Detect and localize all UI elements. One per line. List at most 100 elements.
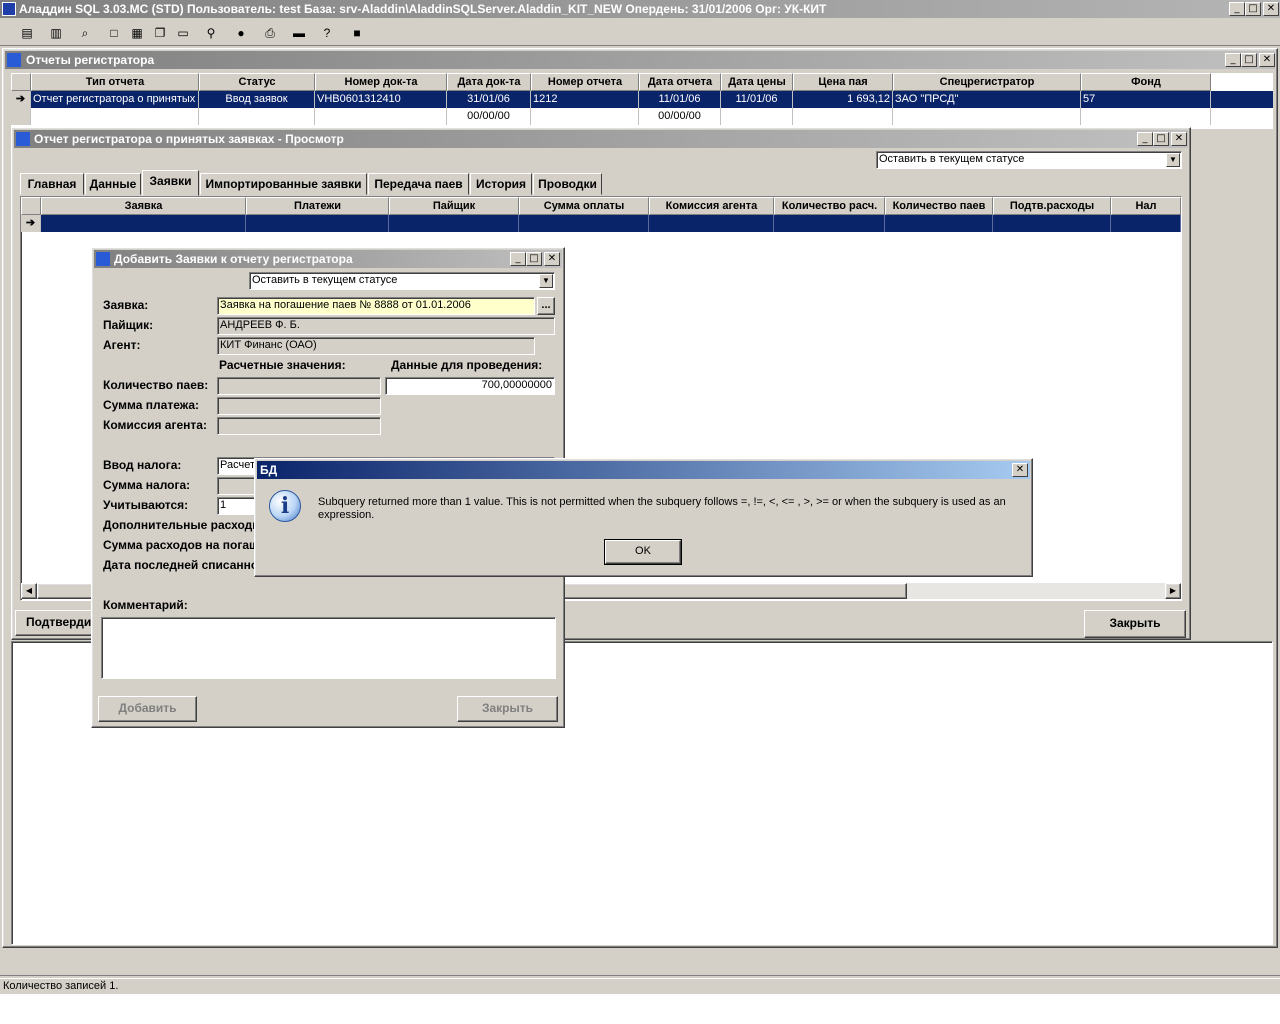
ok-button[interactable]: OK <box>604 539 682 565</box>
error-dialog: БД ✕ i Subquery returned more than 1 val… <box>254 458 1033 577</box>
minimize-button[interactable]: _ <box>1225 53 1241 67</box>
col-header[interactable]: Дата док-та <box>447 73 531 91</box>
close-button[interactable]: ✕ <box>1171 132 1187 146</box>
tab-1[interactable]: Данные <box>85 173 141 195</box>
holder-label: Пайщик: <box>103 318 154 332</box>
col-header[interactable]: Заявка <box>41 197 246 215</box>
comment-textarea[interactable] <box>101 617 556 679</box>
stop-icon[interactable]: ● <box>230 22 252 44</box>
table-cell: Отчет регистратора о принятых з <box>31 91 199 108</box>
col-header[interactable]: Дата отчета <box>639 73 721 91</box>
request-field[interactable]: Заявка на погашение паев № 8888 от 01.01… <box>217 297 535 315</box>
table-row[interactable]: ➔ Отчет регистратора о принятых з Ввод зая… <box>11 91 1273 108</box>
app-minimize-button[interactable]: _ <box>1229 2 1245 16</box>
maximize-button[interactable]: □ <box>526 252 542 266</box>
col-header[interactable]: Количество расч. <box>774 197 885 215</box>
col-header[interactable]: Комиссия агента <box>649 197 774 215</box>
help-icon[interactable]: ? <box>316 22 338 44</box>
status-select[interactable]: Оставить в текущем статусе ▼ <box>876 151 1182 169</box>
col-header[interactable]: Статус <box>199 73 315 91</box>
window-icon <box>16 132 30 146</box>
table-cell: 00/00/00 <box>447 108 531 125</box>
col-header[interactable]: Пайщик <box>389 197 519 215</box>
add-button[interactable]: Добавить <box>98 696 197 722</box>
error-dialog-title: БД <box>260 463 278 477</box>
counted-label: Учитываются: <box>103 498 189 512</box>
dialog-close-button[interactable]: Закрыть <box>457 696 558 722</box>
maximize-button[interactable]: □ <box>1241 53 1257 67</box>
close-button[interactable]: ✕ <box>544 252 560 266</box>
table-cell <box>389 215 519 232</box>
app-icon <box>2 2 16 16</box>
col-header[interactable]: Платежи <box>246 197 389 215</box>
table-cell: 11/01/06 <box>721 91 793 108</box>
holder-field: АНДРЕЕВ Ф. Б. <box>217 317 555 335</box>
table-row[interactable]: ➔ <box>21 215 1181 232</box>
table-cell <box>315 108 447 125</box>
window-icon[interactable]: □ <box>103 22 125 44</box>
chevron-down-icon[interactable]: ▼ <box>539 274 553 288</box>
preview-icon[interactable]: ▭ <box>172 22 194 44</box>
scroll-left-button[interactable]: ◀ <box>21 583 37 599</box>
close-report-button[interactable]: Закрыть <box>1084 610 1186 638</box>
exit-icon[interactable]: ■ <box>346 22 368 44</box>
table-cell: 57 <box>1081 91 1211 108</box>
table-cell <box>793 108 893 125</box>
browse-button[interactable]: ... <box>537 297 555 315</box>
table-row[interactable]: 00/00/00 00/00/00 <box>11 108 1273 125</box>
minimize-button[interactable]: _ <box>1137 132 1153 146</box>
extra-expenses-label: Дополнительные расходы <box>103 518 263 532</box>
database-icon[interactable]: ▥ <box>45 22 67 44</box>
col-header[interactable]: Цена пая <box>793 73 893 91</box>
agent-field: КИТ Финанс (ОАО) <box>217 337 535 355</box>
tab-5[interactable]: История <box>470 173 532 195</box>
row-indicator-icon: ➔ <box>11 91 31 108</box>
col-header[interactable]: Фонд <box>1081 73 1211 91</box>
close-button[interactable]: ✕ <box>1012 463 1028 477</box>
col-header[interactable]: Номер отчета <box>531 73 639 91</box>
records-count: Количество записей 1. <box>3 980 119 992</box>
qty-posting-field[interactable]: 700,00000000 <box>385 377 555 395</box>
export-icon[interactable]: ▬ <box>288 22 310 44</box>
tab-0[interactable]: Главная <box>20 173 84 195</box>
tax-input-label: Ввод налога: <box>103 458 182 472</box>
grid-corner <box>21 197 41 215</box>
table-cell: ЗАО "ПРСД" <box>893 91 1081 108</box>
grid-corner <box>11 73 31 91</box>
tab-6[interactable]: Проводки <box>533 173 602 195</box>
maximize-button[interactable]: □ <box>1153 132 1169 146</box>
col-header[interactable]: Спецрегистратор <box>893 73 1081 91</box>
tile-icon[interactable]: ▦ <box>126 22 148 44</box>
col-header[interactable]: Тип отчета <box>31 73 199 91</box>
print-icon[interactable]: ⎙ <box>259 22 281 44</box>
app-close-button[interactable]: ✕ <box>1263 2 1279 16</box>
col-header[interactable]: Нал <box>1111 197 1181 215</box>
row-indicator-icon <box>11 108 31 125</box>
col-header[interactable]: Номер док-та <box>315 73 447 91</box>
commission-label: Комиссия агента: <box>103 418 207 432</box>
chevron-down-icon[interactable]: ▼ <box>1166 153 1180 167</box>
app-title: Аладдин SQL 3.03.МС (STD) Пользователь: … <box>19 2 827 16</box>
cascade-icon[interactable]: ❐ <box>149 22 171 44</box>
col-header[interactable]: Подтв.расходы <box>993 197 1111 215</box>
table-cell <box>31 108 199 125</box>
find-icon[interactable]: ⌕ <box>74 22 96 44</box>
col-header[interactable]: Сумма оплаты <box>519 197 649 215</box>
table-cell: 31/01/06 <box>447 91 531 108</box>
col-header[interactable]: Дата цены <box>721 73 793 91</box>
search-icon[interactable]: ⚲ <box>200 22 222 44</box>
close-button[interactable]: ✕ <box>1259 53 1275 67</box>
commission-calc-field <box>217 417 381 435</box>
tab-4[interactable]: Передача паев <box>368 173 469 195</box>
tab-2[interactable]: Заявки <box>142 170 199 196</box>
add-dialog-titlebar: Добавить Заявки к отчету регистратора _ … <box>94 250 562 268</box>
journal-icon[interactable]: ▤ <box>16 22 38 44</box>
scroll-right-button[interactable]: ▶ <box>1165 583 1181 599</box>
col-header[interactable]: Количество паев <box>885 197 993 215</box>
tab-3[interactable]: Импортированные заявки <box>200 173 367 195</box>
dialog-status-select[interactable]: Оставить в текущем статусе ▼ <box>249 272 555 290</box>
redeem-expenses-label: Сумма расходов на погаш <box>103 538 260 552</box>
app-maximize-button[interactable]: □ <box>1245 2 1261 16</box>
reports-grid[interactable]: Тип отчета Статус Номер док-та Дата док-та Н… <box>11 73 1273 129</box>
minimize-button[interactable]: _ <box>510 252 526 266</box>
